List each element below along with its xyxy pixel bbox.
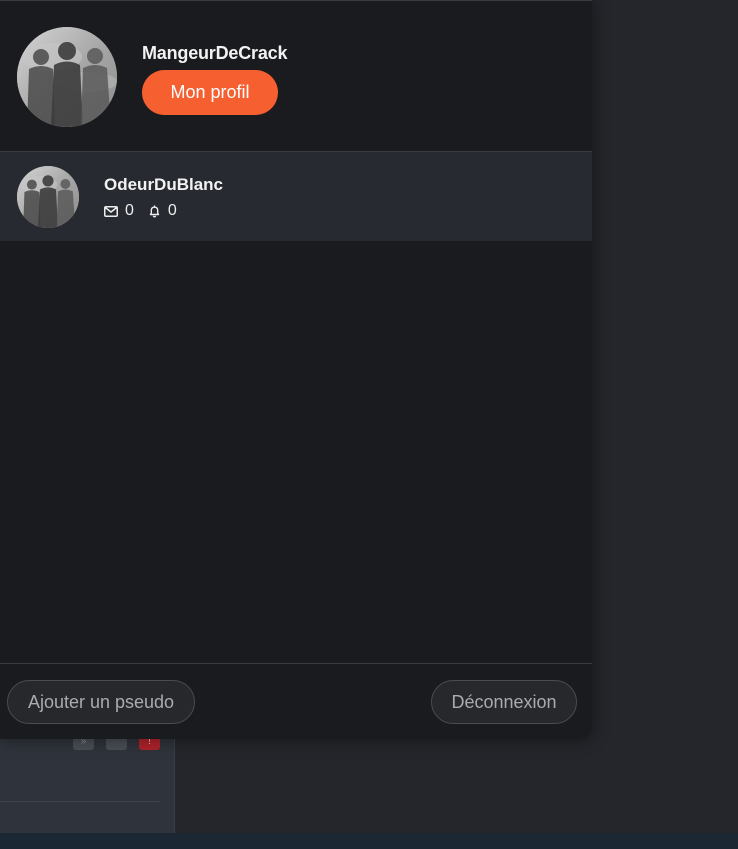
messages-count: 0 [125,202,134,219]
notifications-stat: 0 [148,202,177,220]
account-stats: 0 0 [104,202,191,220]
bell-icon [149,205,160,217]
account-avatar [17,166,79,228]
current-account-header: MangeurDeCrack Mon profil [0,1,592,152]
account-list-item[interactable]: OdeurDuBlanc 0 0 [0,152,592,241]
messages-stat: 0 [104,202,134,220]
add-username-button[interactable]: Ajouter un pseudo [7,680,195,724]
logout-button[interactable]: Déconnexion [431,680,577,724]
envelope-icon [104,205,118,217]
background-divider [0,801,160,802]
my-profile-button[interactable]: Mon profil [142,70,278,115]
background-bottom-strip [0,833,738,849]
notifications-count: 0 [167,202,177,219]
current-account-username: MangeurDeCrack [142,43,288,63]
account-username: OdeurDuBlanc [104,175,224,194]
current-account-avatar [17,27,117,127]
page: » ⌒ ! MangeurDeCrack Mon profil OdeurDuB… [0,0,738,849]
account-switcher-popover: MangeurDeCrack Mon profil OdeurDuBlanc 0… [0,0,592,739]
popover-footer: Ajouter un pseudo Déconnexion [0,663,592,739]
